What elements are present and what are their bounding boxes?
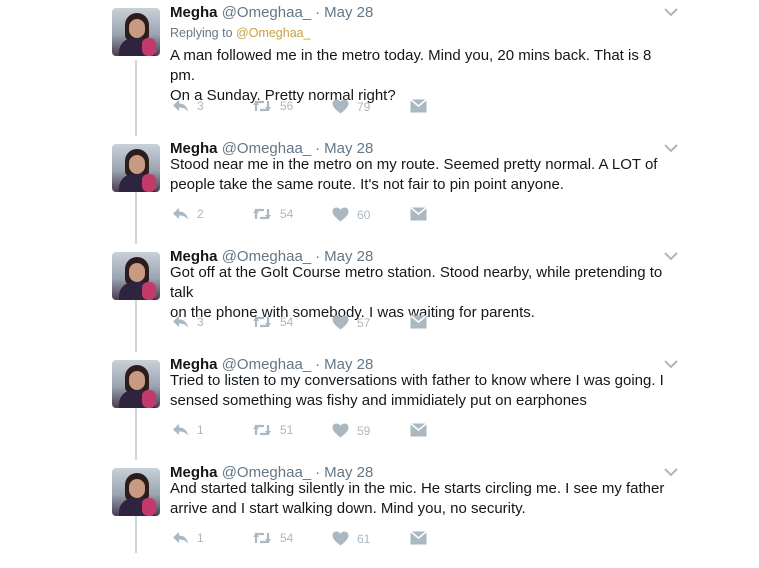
tweet-actions: 1 54 61: [172, 531, 472, 547]
like-button[interactable]: 60: [332, 207, 370, 222]
tweet-text-line: arrive and I start walking down. Mind yo…: [170, 500, 526, 517]
like-count: 57: [357, 315, 371, 330]
like-count: 60: [357, 207, 371, 222]
direct-message-button[interactable]: [410, 531, 427, 545]
tweet-text-line: Tried to listen to my conversations with…: [170, 372, 664, 389]
reply-icon: [173, 316, 188, 328]
avatar[interactable]: [112, 144, 160, 192]
direct-message-button[interactable]: [410, 315, 427, 329]
direct-message-button[interactable]: [410, 99, 427, 113]
reply-button[interactable]: 3: [172, 99, 204, 113]
reply-button[interactable]: 1: [172, 423, 204, 437]
retweet-count: 54: [280, 531, 294, 545]
reply-count: 3: [197, 315, 204, 329]
tweet[interactable]: Megha @Omeghaa_ · May 28 Tried to listen t…: [0, 352, 759, 460]
tweet-text-line: Got off at the Golt Course metro station…: [170, 264, 663, 301]
heart-icon: [332, 99, 349, 114]
tweet-actions: 3 56 79: [172, 99, 472, 115]
like-count: 79: [357, 99, 371, 114]
avatar[interactable]: [112, 360, 160, 408]
avatar[interactable]: [112, 252, 160, 300]
retweet-count: 54: [280, 207, 294, 221]
reply-count: 1: [197, 423, 204, 437]
heart-icon: [332, 315, 349, 330]
tweet[interactable]: Megha @Omeghaa_ · May 28 Replying to @Omeg…: [0, 0, 759, 114]
envelope-icon: [410, 315, 427, 329]
like-button[interactable]: 57: [332, 315, 370, 330]
like-button[interactable]: 59: [332, 423, 370, 438]
tweet-text: Stood near me in the metro on my route. …: [170, 155, 670, 195]
retweet-icon: [253, 424, 271, 436]
retweet-icon: [253, 208, 271, 220]
envelope-icon: [410, 207, 427, 221]
envelope-icon: [410, 423, 427, 437]
retweet-icon: [253, 532, 271, 544]
replying-to-label: Replying to: [170, 26, 233, 40]
tweet[interactable]: Megha @Omeghaa_ · May 28 And started talki…: [0, 460, 759, 568]
replying-to: Replying to @Omeghaa_: [170, 26, 311, 40]
envelope-icon: [410, 99, 427, 113]
tweet-actions: 3 54 57: [172, 315, 472, 331]
retweet-button[interactable]: 54: [252, 315, 293, 329]
reply-icon: [173, 424, 188, 436]
heart-icon: [332, 207, 349, 222]
retweet-count: 54: [280, 315, 294, 329]
tweet-text: Tried to listen to my conversations with…: [170, 371, 670, 411]
like-count: 61: [357, 531, 371, 546]
reply-button[interactable]: 3: [172, 315, 204, 329]
direct-message-button[interactable]: [410, 423, 427, 437]
tweet-text-line: A man followed me in the metro today. Mi…: [170, 47, 652, 84]
reply-icon: [173, 208, 188, 220]
tweet-text: Got off at the Golt Course metro station…: [170, 263, 670, 323]
separator: ·: [315, 4, 321, 21]
author-handle[interactable]: @Omeghaa_: [222, 4, 311, 21]
reply-count: 1: [197, 531, 204, 545]
tweet[interactable]: Megha @Omeghaa_ · May 28 Got off at the Go…: [0, 244, 759, 352]
heart-icon: [332, 423, 349, 438]
retweet-button[interactable]: 54: [252, 531, 293, 545]
tweet-text-line: Stood near me in the metro on my route. …: [170, 156, 658, 173]
tweet[interactable]: Megha @Omeghaa_ · May 28 Stood near me in …: [0, 136, 759, 244]
heart-icon: [332, 531, 349, 546]
retweet-button[interactable]: 51: [252, 423, 293, 437]
reply-icon: [173, 100, 188, 112]
direct-message-button[interactable]: [410, 207, 427, 221]
retweet-icon: [253, 100, 271, 112]
tweet-date[interactable]: May 28: [324, 4, 373, 21]
tweet-header: Megha @Omeghaa_ · May 28: [170, 4, 373, 21]
tweet-text-line: And started talking silently in the mic.…: [170, 480, 665, 497]
retweet-count: 51: [280, 423, 294, 437]
tweet-text: A man followed me in the metro today. Mi…: [170, 46, 670, 106]
like-count: 59: [357, 423, 371, 438]
tweet-text: And started talking silently in the mic.…: [170, 479, 670, 519]
mention-link[interactable]: @Omeghaa_: [236, 26, 311, 40]
retweet-icon: [253, 316, 271, 328]
reply-count: 2: [197, 207, 204, 221]
like-button[interactable]: 79: [332, 99, 370, 114]
retweet-button[interactable]: 54: [252, 207, 293, 221]
avatar[interactable]: [112, 468, 160, 516]
avatar[interactable]: [112, 8, 160, 56]
like-button[interactable]: 61: [332, 531, 370, 546]
author-name[interactable]: Megha: [170, 4, 218, 21]
retweet-count: 56: [280, 99, 294, 113]
reply-icon: [173, 532, 188, 544]
tweet-actions: 2 54 60: [172, 207, 472, 223]
tweet-text-line: sensed something was fishy and immidiate…: [170, 392, 587, 409]
envelope-icon: [410, 531, 427, 545]
tweet-actions: 1 51 59: [172, 423, 472, 439]
reply-button[interactable]: 2: [172, 207, 204, 221]
retweet-button[interactable]: 56: [252, 99, 293, 113]
reply-count: 3: [197, 99, 204, 113]
chevron-down-icon[interactable]: [664, 4, 678, 22]
tweet-text-line: people take the same route. It's not fai…: [170, 176, 564, 193]
reply-button[interactable]: 1: [172, 531, 204, 545]
